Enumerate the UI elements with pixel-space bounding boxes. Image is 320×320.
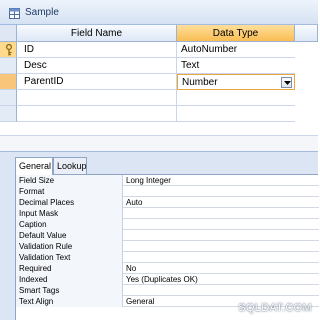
row-selector[interactable]: [0, 74, 17, 90]
property-name: Default Value: [16, 230, 123, 241]
property-row[interactable]: Caption: [16, 219, 319, 230]
property-name: Text Align: [16, 296, 123, 307]
data-type-cell[interactable]: [177, 106, 295, 122]
field-name-cell[interactable]: [17, 106, 177, 122]
property-row[interactable]: Validation Rule: [16, 241, 319, 252]
table-row[interactable]: ID AutoNumber: [0, 42, 318, 58]
property-value[interactable]: Auto: [123, 197, 319, 208]
table-icon: [9, 8, 20, 19]
property-value[interactable]: [123, 241, 319, 252]
column-header-description[interactable]: [295, 25, 318, 42]
property-name: Caption: [16, 219, 123, 230]
property-value[interactable]: [123, 285, 319, 296]
property-row[interactable]: Default Value: [16, 230, 319, 241]
column-header-field-name[interactable]: Field Name: [17, 25, 177, 42]
tab-lookup[interactable]: Lookup: [53, 157, 87, 174]
property-value[interactable]: [123, 219, 319, 230]
property-row[interactable]: Indexed Yes (Duplicates OK): [16, 274, 319, 285]
property-sheet: Field Size Long Integer Format Decimal P…: [15, 174, 319, 320]
property-row[interactable]: Required No: [16, 263, 319, 274]
row-selector[interactable]: [0, 90, 17, 106]
data-type-cell[interactable]: Text: [177, 58, 295, 74]
data-type-cell[interactable]: [177, 90, 295, 106]
property-name: Validation Rule: [16, 241, 123, 252]
chevron-down-icon: [284, 81, 291, 85]
field-name-cell[interactable]: Desc: [17, 58, 177, 74]
table-row[interactable]: [0, 106, 318, 122]
watermark: SQLDAT.COM: [238, 302, 312, 314]
property-value[interactable]: No: [123, 263, 319, 274]
property-name: Validation Text: [16, 252, 123, 263]
property-name: Indexed: [16, 274, 123, 285]
window-title: Sample: [25, 7, 59, 18]
column-header-data-type[interactable]: Data Type: [177, 25, 295, 42]
data-type-value: Number: [182, 77, 218, 88]
table-row[interactable]: Desc Text: [0, 58, 318, 74]
property-value[interactable]: [123, 252, 319, 263]
property-name: Decimal Places: [16, 197, 123, 208]
property-value[interactable]: [123, 208, 319, 219]
property-value[interactable]: [123, 186, 319, 197]
property-name: Field Size: [16, 175, 123, 186]
data-type-select[interactable]: Number: [177, 74, 295, 90]
field-name-cell[interactable]: ID: [17, 42, 177, 58]
field-properties-pane: General Lookup Field Size Long Integer F…: [0, 151, 319, 320]
horizontal-scrollbar[interactable]: [0, 135, 318, 151]
field-name-cell[interactable]: [17, 90, 177, 106]
tab-general[interactable]: General: [15, 157, 53, 175]
table-row[interactable]: ParentID Number: [0, 74, 318, 90]
property-row[interactable]: Decimal Places Auto: [16, 197, 319, 208]
property-row[interactable]: Validation Text: [16, 252, 319, 263]
property-name: Required: [16, 263, 123, 274]
property-value[interactable]: Long Integer: [123, 175, 319, 186]
property-name: Input Mask: [16, 208, 123, 219]
row-selector[interactable]: [0, 42, 17, 58]
property-row[interactable]: Field Size Long Integer: [16, 175, 319, 186]
property-row[interactable]: Input Mask: [16, 208, 319, 219]
field-design-grid: Field Name Data Type ID AutoNumber Desc …: [0, 25, 318, 151]
property-row[interactable]: Format: [16, 186, 319, 197]
row-selector[interactable]: [0, 106, 17, 122]
dropdown-button[interactable]: [281, 77, 292, 88]
row-selector[interactable]: [0, 58, 17, 74]
data-type-cell[interactable]: AutoNumber: [177, 42, 295, 58]
window-titlebar[interactable]: Sample: [0, 0, 318, 25]
field-name-cell[interactable]: ParentID: [17, 74, 177, 90]
property-value[interactable]: [123, 230, 319, 241]
table-row[interactable]: [0, 90, 318, 106]
property-name: Format: [16, 186, 123, 197]
property-name: Smart Tags: [16, 285, 123, 296]
property-value[interactable]: Yes (Duplicates OK): [123, 274, 319, 285]
grid-corner[interactable]: [0, 25, 17, 42]
key-icon: [5, 44, 13, 56]
property-row[interactable]: Smart Tags: [16, 285, 319, 296]
